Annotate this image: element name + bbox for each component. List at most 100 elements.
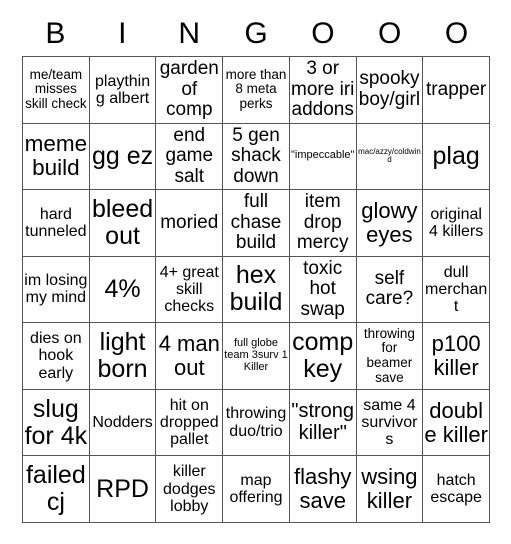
bingo-cell-label: bleed out xyxy=(91,194,154,250)
bingo-cell[interactable]: full globe team 3surv 1 Killer xyxy=(223,323,290,390)
bingo-cell[interactable]: killer dodges lobby xyxy=(156,456,224,523)
bingo-cell[interactable]: glowy eyes xyxy=(356,190,424,257)
bingo-cell-label: end game salt xyxy=(165,124,214,187)
bingo-cell[interactable]: hit on dropped pallet xyxy=(156,389,224,457)
bingo-cell[interactable]: wsing killer xyxy=(356,456,424,523)
bingo-cell[interactable]: me/team misses skill check xyxy=(23,57,90,124)
bingo-header-letter: N xyxy=(178,17,200,50)
bingo-cell[interactable]: self care? xyxy=(356,256,424,324)
bingo-cell-label: 3 or more iri addons xyxy=(291,58,355,121)
bingo-header-letter: O xyxy=(444,17,469,50)
bingo-cell-label: full chase build xyxy=(230,191,282,254)
bingo-cell-label: comp key xyxy=(292,328,354,384)
bingo-cell[interactable]: spooky boy/girl xyxy=(356,57,424,124)
bingo-cell-label: dull merchant xyxy=(425,263,488,316)
bingo-cell[interactable]: 3 or more iri addons xyxy=(289,57,357,124)
bingo-cell-label: Nodders xyxy=(92,414,153,431)
bingo-cell[interactable]: original 4 killers xyxy=(423,190,490,257)
bingo-cell[interactable]: item drop mercy xyxy=(289,190,357,257)
bingo-cell-label: hit on dropped pallet xyxy=(159,396,219,449)
bingo-cell[interactable]: im losing my mind xyxy=(23,256,90,324)
bingo-cell-label: 4 man out xyxy=(158,331,220,381)
bingo-cell-label: meme build xyxy=(24,131,88,181)
bingo-cell[interactable]: slug for 4k xyxy=(23,389,90,457)
bingo-grid: me/team misses skill check plaything albe… xyxy=(22,56,490,523)
bingo-cell-label: moried xyxy=(160,211,219,233)
bingo-cell[interactable]: dies on hook early xyxy=(23,323,90,390)
bingo-cell-label: original 4 killers xyxy=(429,205,484,240)
bingo-cell[interactable]: throwing duo/trio xyxy=(223,389,290,457)
bingo-cell[interactable]: dull merchant xyxy=(423,256,490,324)
bingo-cell-label: more than 8 meta perks xyxy=(225,66,287,112)
bingo-cell[interactable]: mac/azzy/coldwind xyxy=(356,123,424,191)
bingo-cell-label: toxic hot swap xyxy=(300,257,345,320)
bingo-cell-label: garden of comp xyxy=(159,58,219,121)
bingo-cell[interactable]: plaything albert xyxy=(89,57,157,124)
bingo-cell[interactable]: double killer xyxy=(423,389,490,457)
bingo-cell[interactable]: trapper xyxy=(423,57,490,124)
bingo-cell[interactable]: same 4 survivors xyxy=(356,389,424,457)
bingo-cell-label: map offering xyxy=(229,471,283,507)
bingo-cell-label: glowy eyes xyxy=(361,198,418,247)
bingo-cell-label: slug for 4k xyxy=(24,394,88,450)
bingo-cell[interactable]: end game salt xyxy=(156,123,224,191)
bingo-cell[interactable]: comp key xyxy=(289,323,357,390)
bingo-cell[interactable]: meme build xyxy=(23,123,90,191)
bingo-cell-label: "strong killer" xyxy=(291,400,355,444)
bingo-cell[interactable]: light born xyxy=(89,323,157,390)
bingo-card: B I N G O O O me/team misses skill check playth… xyxy=(0,0,511,544)
bingo-cell-label: trapper xyxy=(426,78,487,100)
bingo-cell-label: dies on hook early xyxy=(30,330,82,382)
bingo-cell-label: plaything albert xyxy=(94,72,151,107)
bingo-cell[interactable]: p100 killer xyxy=(423,323,490,390)
bingo-cell-label: hex build xyxy=(229,261,283,317)
bingo-cell[interactable]: flashy save xyxy=(289,456,357,523)
bingo-cell-label: plag xyxy=(432,141,480,170)
bingo-cell[interactable]: hard tunneled xyxy=(23,190,90,257)
bingo-cell-label: full globe team 3surv 1 Killer xyxy=(224,337,288,373)
bingo-cell[interactable]: more than 8 meta perks xyxy=(223,57,290,124)
bingo-header-letter: I xyxy=(118,17,127,50)
bingo-cell-label: wsing killer xyxy=(361,464,418,514)
bingo-cell-label: spooky boy/girl xyxy=(358,68,421,110)
bingo-cell[interactable]: RPD xyxy=(89,456,157,523)
bingo-cell[interactable]: "strong killer" xyxy=(289,389,357,457)
bingo-cell[interactable]: Nodders xyxy=(89,389,157,457)
bingo-header-row: BINGOOO xyxy=(22,12,490,56)
bingo-cell-label: RPD xyxy=(96,474,149,503)
bingo-header-letter: O xyxy=(311,17,335,50)
bingo-cell-label: "impeccable" xyxy=(290,149,355,162)
bingo-cell[interactable]: moried xyxy=(156,190,224,257)
bingo-cell[interactable]: bleed out xyxy=(89,190,157,257)
bingo-cell-label: killer dodges lobby xyxy=(163,463,216,515)
bingo-cell[interactable]: throwing for beamer save xyxy=(356,323,424,390)
bingo-cell[interactable]: 4 man out xyxy=(156,323,224,390)
bingo-cell-label: gg ez xyxy=(91,141,154,170)
bingo-cell[interactable]: plag xyxy=(423,123,490,191)
bingo-cell-label: flashy save xyxy=(293,464,352,514)
bingo-cell-label: double killer xyxy=(424,397,488,447)
bingo-cell[interactable]: map offering xyxy=(223,456,290,523)
bingo-cell[interactable]: full chase build xyxy=(223,190,290,257)
bingo-header-letter: B xyxy=(45,17,66,50)
bingo-cell-label: throwing duo/trio xyxy=(225,405,287,440)
bingo-cell[interactable]: toxic hot swap xyxy=(289,256,357,324)
bingo-cell[interactable]: garden of comp xyxy=(156,57,224,124)
bingo-cell[interactable]: failed cj xyxy=(23,456,90,523)
bingo-cell-label: mac/azzy/coldwind xyxy=(358,146,421,165)
bingo-header-letter: O xyxy=(378,17,402,50)
bingo-cell[interactable]: gg ez xyxy=(89,123,157,191)
bingo-cell[interactable]: 4% xyxy=(89,256,157,324)
bingo-cell[interactable]: 4+ great skill checks xyxy=(156,256,224,324)
bingo-cell-label: im losing my mind xyxy=(24,272,88,307)
bingo-cell[interactable]: hatch escape xyxy=(423,456,490,523)
bingo-cell[interactable]: hex build xyxy=(223,256,290,324)
bingo-cell[interactable]: 5 gen shack down xyxy=(223,123,290,191)
bingo-cell-label: 4+ great skill checks xyxy=(159,263,219,316)
bingo-cell-label: throwing for beamer save xyxy=(363,325,415,385)
bingo-cell-label: 5 gen shack down xyxy=(231,124,281,187)
bingo-cell-label: hatch escape xyxy=(430,471,482,507)
bingo-cell-label: hard tunneled xyxy=(25,205,87,240)
bingo-cell[interactable]: "impeccable" xyxy=(289,123,357,191)
bingo-cell-label: self care? xyxy=(365,267,414,310)
